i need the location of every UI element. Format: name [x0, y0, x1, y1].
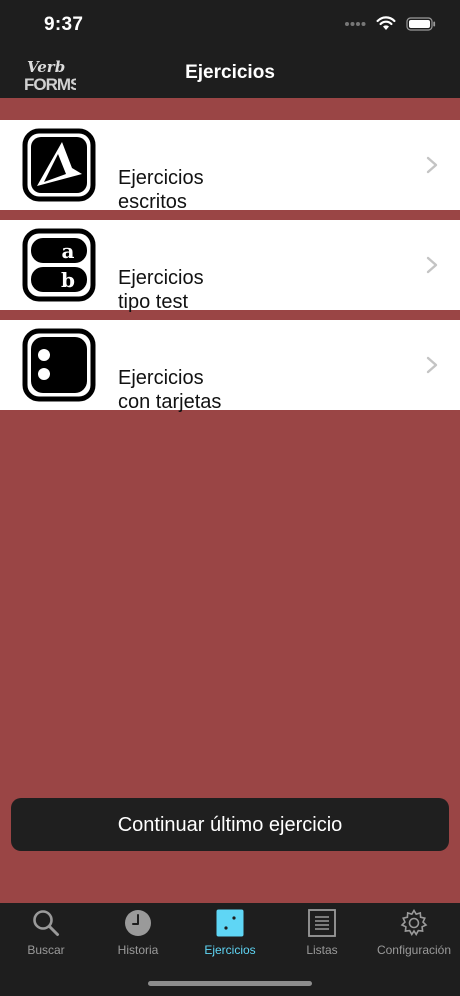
list-icon [308, 909, 336, 937]
tab-configuracion[interactable]: Configuración [368, 903, 460, 963]
tab-buscar[interactable]: Buscar [0, 903, 92, 963]
tab-historia[interactable]: Historia [92, 903, 184, 963]
tab-label: Listas [306, 943, 338, 957]
clock-icon [125, 910, 151, 936]
signal-dots-icon [345, 21, 366, 26]
tab-ejercicios[interactable]: Ejercicios [184, 903, 276, 963]
wifi-icon [376, 16, 396, 30]
chevron-right-icon [426, 356, 438, 374]
multiple-choice-icon: a b [22, 228, 96, 302]
page-title: Ejercicios [185, 62, 275, 83]
navigation-bar: Verb FORMS Ejercicios [0, 50, 460, 98]
svg-text:b: b [61, 268, 75, 292]
search-icon [33, 910, 59, 936]
list-item-multiple-choice[interactable]: a b Ejercicios tipo test [0, 220, 460, 313]
tab-label: Ejercicios [204, 943, 256, 957]
dice-icon [216, 909, 244, 937]
tab-label: Configuración [376, 943, 452, 957]
gear-icon [400, 909, 428, 936]
written-exercise-icon [22, 128, 96, 202]
status-icons [344, 16, 436, 31]
status-bar: 9:37 [0, 0, 460, 50]
list-item-written-exercises[interactable]: Ejercicios escritos [0, 120, 460, 213]
chevron-right-icon [426, 256, 438, 274]
tab-listas[interactable]: Listas [276, 903, 368, 963]
tab-label: Historia [117, 943, 159, 957]
svg-text:a: a [62, 239, 75, 263]
flashcard-icon [22, 328, 96, 402]
continue-last-exercise-button[interactable]: Continuar último ejercicio [11, 798, 449, 851]
row-label: Ejercicios con tarjetas [118, 367, 222, 413]
list-item-flashcards[interactable]: Ejercicios con tarjetas [0, 320, 460, 413]
tab-bar: Buscar Historia Ejercicios Listas Config… [0, 903, 460, 996]
status-time: 9:37 [44, 14, 84, 35]
tab-label: Buscar [27, 943, 65, 957]
battery-icon [406, 16, 436, 31]
chevron-right-icon [426, 156, 438, 174]
home-indicator[interactable] [148, 981, 312, 986]
